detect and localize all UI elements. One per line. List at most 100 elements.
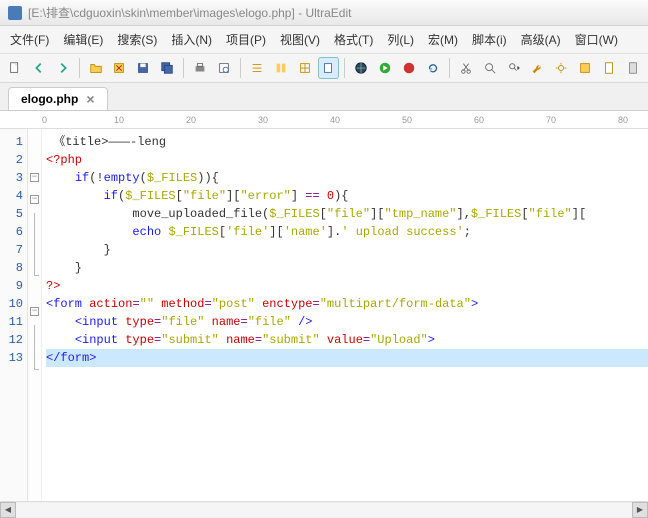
toolbar-separator <box>344 58 345 78</box>
save-all-icon <box>160 61 174 75</box>
fold-toggle[interactable]: − <box>30 195 39 204</box>
wrench-icon <box>530 61 544 75</box>
toolbar-separator <box>183 58 184 78</box>
stop-button[interactable] <box>398 57 420 79</box>
ruler-tick-label: 0 <box>42 115 47 125</box>
save-button[interactable] <box>132 57 154 79</box>
tab-close-icon[interactable]: × <box>86 92 94 106</box>
menu-view[interactable]: 视图(V) <box>274 28 326 51</box>
arrow-right-icon <box>56 61 70 75</box>
arrow-left-icon <box>32 61 46 75</box>
code-line[interactable]: move_uploaded_file($_FILES["file"]["tmp_… <box>46 205 648 223</box>
code-line[interactable]: <input type="submit" name="submit" value… <box>46 331 648 349</box>
tool-button-b[interactable] <box>550 57 572 79</box>
code-line[interactable]: echo $_FILES['file']['name'].' upload su… <box>46 223 648 241</box>
code-line[interactable]: 《title>———-leng <box>46 133 648 151</box>
menu-insert[interactable]: 插入(N) <box>165 28 218 51</box>
line-number: 10 <box>0 295 23 313</box>
line-number: 13 <box>0 349 23 367</box>
tab-elogo[interactable]: elogo.php × <box>8 87 108 110</box>
code-line[interactable]: if(!empty($_FILES)){ <box>46 169 648 187</box>
menu-search[interactable]: 搜索(S) <box>111 28 163 51</box>
menu-window[interactable]: 窗口(W) <box>569 28 624 51</box>
code-line[interactable]: } <box>46 241 648 259</box>
run-button[interactable] <box>374 57 396 79</box>
toolbar-separator <box>79 58 80 78</box>
fold-gutter[interactable]: − − − <box>28 129 42 501</box>
cut-button[interactable] <box>455 57 477 79</box>
ruler-tick-label: 50 <box>402 115 412 125</box>
play-icon <box>378 61 392 75</box>
ruler-tick-label: 20 <box>186 115 196 125</box>
tool-button-d[interactable] <box>598 57 620 79</box>
globe-icon <box>354 61 368 75</box>
line-number-gutter: 12345678910111213 <box>0 129 28 501</box>
tool-button-a[interactable] <box>527 57 549 79</box>
search-icon <box>483 61 497 75</box>
tool-button-c[interactable] <box>574 57 596 79</box>
line-number: 3 <box>0 169 23 187</box>
back-button[interactable] <box>28 57 50 79</box>
find-button[interactable] <box>479 57 501 79</box>
code-line[interactable]: <?php <box>46 151 648 169</box>
tab-label: elogo.php <box>21 92 78 106</box>
toolbar-separator <box>449 58 450 78</box>
code-line[interactable]: <form action="" method="post" enctype="m… <box>46 295 648 313</box>
new-file-icon <box>8 61 22 75</box>
cut-icon <box>459 61 473 75</box>
ruler-tick-label: 80 <box>618 115 628 125</box>
web-button[interactable] <box>350 57 372 79</box>
code-editor[interactable]: 12345678910111213 −−− 《title>———-leng<?p… <box>0 129 648 501</box>
doc-icon <box>602 61 616 75</box>
fold-toggle[interactable]: − <box>30 173 39 182</box>
toolbar <box>0 54 648 83</box>
scroll-left-button[interactable]: ◀ <box>0 502 16 518</box>
fold-toggle[interactable]: − <box>30 307 39 316</box>
horizontal-scrollbar[interactable]: ◀ ▶ <box>0 501 648 517</box>
find-next-button[interactable] <box>503 57 525 79</box>
print-preview-button[interactable] <box>213 57 235 79</box>
menu-file[interactable]: 文件(F) <box>4 28 55 51</box>
line-number: 12 <box>0 331 23 349</box>
scrollbar-track[interactable] <box>16 503 632 517</box>
toggle-button-2[interactable] <box>270 57 292 79</box>
close-button[interactable] <box>109 57 131 79</box>
table-icon <box>578 61 592 75</box>
menu-advanced[interactable]: 高级(A) <box>515 28 567 51</box>
new-file-button[interactable] <box>4 57 26 79</box>
open-button[interactable] <box>85 57 107 79</box>
menu-column[interactable]: 列(L) <box>381 28 420 51</box>
refresh-button[interactable] <box>422 57 444 79</box>
code-line[interactable]: ?> <box>46 277 648 295</box>
ruler-tick-label: 10 <box>114 115 124 125</box>
menu-project[interactable]: 项目(P) <box>220 28 272 51</box>
code-line[interactable]: </form> <box>46 349 648 367</box>
page-icon <box>321 61 335 75</box>
ruler-tick-label: 60 <box>474 115 484 125</box>
line-number: 9 <box>0 277 23 295</box>
menu-macro[interactable]: 宏(M) <box>422 28 464 51</box>
menu-script[interactable]: 脚本(i) <box>466 28 513 51</box>
line-number: 8 <box>0 259 23 277</box>
toggle-button-3[interactable] <box>294 57 316 79</box>
menu-format[interactable]: 格式(T) <box>328 28 379 51</box>
tool-button-e[interactable] <box>622 57 644 79</box>
line-number: 2 <box>0 151 23 169</box>
columns-icon <box>274 61 288 75</box>
code-line[interactable]: if($_FILES["file"]["error"] == 0){ <box>46 187 648 205</box>
code-line[interactable]: } <box>46 259 648 277</box>
ruler-tick-label: 70 <box>546 115 556 125</box>
toolbar-separator <box>240 58 241 78</box>
toggle-button-1[interactable] <box>246 57 268 79</box>
save-all-button[interactable] <box>156 57 178 79</box>
menu-edit[interactable]: 编辑(E) <box>57 28 109 51</box>
forward-button[interactable] <box>52 57 74 79</box>
code-area[interactable]: 《title>———-leng<?php if(!empty($_FILES))… <box>42 129 648 501</box>
active-view-button[interactable] <box>318 57 340 79</box>
line-number: 4 <box>0 187 23 205</box>
ruler-tick-label: 40 <box>330 115 340 125</box>
gear-icon <box>554 61 568 75</box>
print-button[interactable] <box>189 57 211 79</box>
code-line[interactable]: <input type="file" name="file" /> <box>46 313 648 331</box>
scroll-right-button[interactable]: ▶ <box>632 502 648 518</box>
